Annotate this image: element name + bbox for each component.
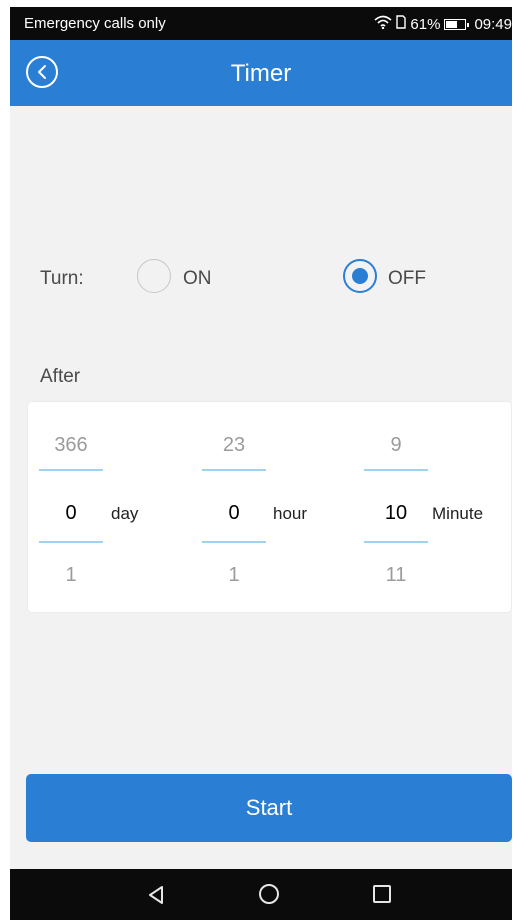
battery-fill <box>446 20 458 28</box>
hour-bottom-divider <box>202 541 266 543</box>
day-unit-label: day <box>111 504 139 523</box>
minute-prev-value[interactable]: 9 <box>364 434 428 457</box>
wifi-icon <box>374 15 392 33</box>
duration-picker: 366 0 1 day 23 0 1 hour 9 10 11 Minute <box>28 402 511 612</box>
radio-off[interactable] <box>343 259 377 293</box>
day-bottom-divider <box>39 541 103 543</box>
nav-home-icon[interactable] <box>259 884 279 904</box>
after-label: After <box>40 366 81 387</box>
nav-back-icon[interactable] <box>147 885 165 910</box>
option-off-label[interactable]: OFF <box>388 268 426 290</box>
status-icons: 61% 09:49 <box>374 15 512 33</box>
day-current-value[interactable]: 0 <box>39 502 103 525</box>
minute-next-value[interactable]: 11 <box>364 564 428 587</box>
minute-unit-label: Minute <box>432 504 484 523</box>
carrier-text: Emergency calls only <box>24 15 166 32</box>
screen: Emergency calls only 61% 09:49 Timer Tur… <box>10 7 512 920</box>
battery-percent: 61% <box>410 15 441 33</box>
sim-icon <box>396 15 407 33</box>
day-prev-value[interactable]: 366 <box>39 434 103 457</box>
minute-bottom-divider <box>364 541 428 543</box>
hour-current-value[interactable]: 0 <box>202 502 266 525</box>
radio-on[interactable] <box>137 259 171 293</box>
hour-top-divider <box>202 469 266 471</box>
hour-next-value[interactable]: 1 <box>202 564 266 587</box>
option-on-label[interactable]: ON <box>183 268 212 290</box>
minute-current-value[interactable]: 10 <box>364 502 428 525</box>
minute-top-divider <box>364 469 428 471</box>
day-top-divider <box>39 469 103 471</box>
turn-label: Turn: <box>40 268 84 289</box>
turn-row: Turn: ON OFF <box>10 257 512 297</box>
day-next-value[interactable]: 1 <box>39 564 103 587</box>
hour-prev-value[interactable]: 23 <box>202 434 266 457</box>
clock: 09:49 <box>474 15 512 33</box>
battery-icon <box>444 18 470 30</box>
navigation-bar <box>10 869 512 920</box>
nav-recent-icon[interactable] <box>373 885 391 903</box>
status-bar: Emergency calls only 61% 09:49 <box>10 7 512 40</box>
app-bar: Timer <box>10 40 512 106</box>
hour-unit-label: hour <box>273 504 308 523</box>
start-button[interactable]: Start <box>26 774 512 842</box>
page-title: Timer <box>230 60 292 87</box>
